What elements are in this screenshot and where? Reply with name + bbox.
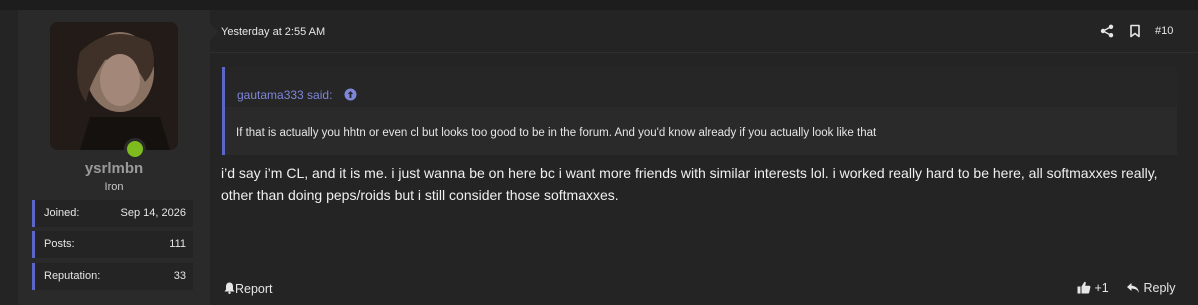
forum-post: ysrlmbn Iron Joined: Sep 14, 2026 Posts:… <box>0 10 1198 305</box>
bell-icon <box>224 282 235 294</box>
stat-joined: Joined: Sep 14, 2026 <box>32 200 193 227</box>
post-number[interactable]: #10 <box>1155 25 1173 37</box>
stat-label: Reputation: <box>44 270 101 282</box>
user-title: Iron <box>104 181 124 193</box>
quote-author[interactable]: gautama333 said: <box>237 88 332 102</box>
bookmark-icon[interactable] <box>1128 24 1142 38</box>
stat-value: Sep 14, 2026 <box>120 207 186 219</box>
thumbs-up-icon <box>1077 281 1091 294</box>
report-button[interactable]: Report <box>224 282 273 296</box>
reply-label: Reply <box>1143 281 1176 295</box>
reply-icon <box>1127 283 1139 293</box>
stat-posts: Posts: 111 <box>32 231 193 258</box>
post-timestamp[interactable]: Yesterday at 2:55 AM <box>221 26 325 38</box>
username[interactable]: ysrlmbn <box>18 160 210 177</box>
user-sidebar: ysrlmbn Iron Joined: Sep 14, 2026 Posts:… <box>18 10 210 305</box>
like-count: +1 <box>1094 281 1109 295</box>
post-header: Yesterday at 2:55 AM #10 <box>210 10 1198 53</box>
like-button[interactable]: +1 <box>1077 281 1109 295</box>
post-body: i’d say i’m CL, and it is me. i just wan… <box>221 165 1158 203</box>
avatar-image <box>50 22 178 150</box>
go-to-quote-icon[interactable] <box>344 88 357 101</box>
report-label: Report <box>235 282 273 296</box>
stat-value: 33 <box>173 270 186 282</box>
quote-header: gautama333 said: <box>225 67 1177 107</box>
share-icon[interactable] <box>1100 24 1114 38</box>
quote-text: If that is actually you hhtn or even cl … <box>236 127 877 139</box>
reply-button[interactable]: Reply <box>1126 281 1175 295</box>
quote-block: gautama333 said: If that is actually you… <box>222 67 1177 155</box>
stat-label: Posts: <box>44 238 75 250</box>
stat-value: 111 <box>169 238 186 250</box>
avatar[interactable] <box>50 22 178 150</box>
online-status-indicator <box>124 138 146 160</box>
stat-reputation: Reputation: 33 <box>32 263 193 290</box>
stat-label: Joined: <box>44 207 80 219</box>
